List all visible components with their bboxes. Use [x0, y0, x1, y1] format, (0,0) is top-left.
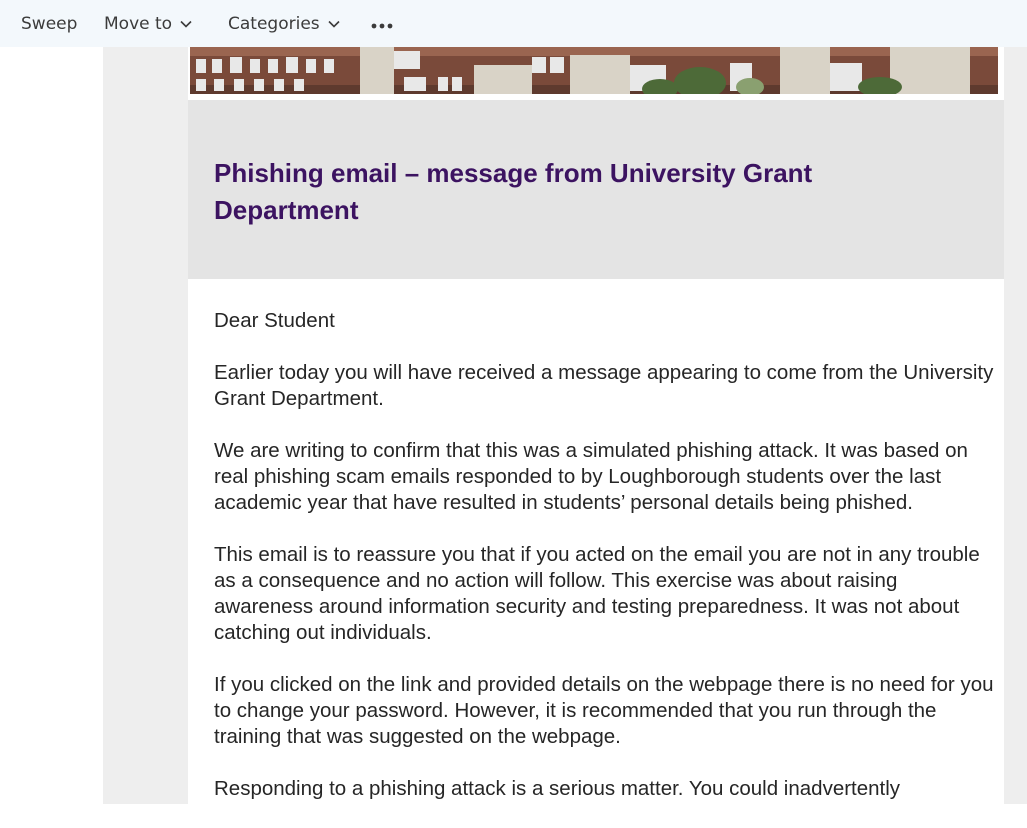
email-paragraph: Responding to a phishing attack is a ser… [214, 777, 901, 800]
command-toolbar: Sweep Move to Categories [0, 0, 1027, 47]
email-paragraph: This email is to reassure you that if yo… [214, 543, 980, 644]
email-paragraph: If you clicked on the link and provided … [214, 673, 994, 748]
email-paragraph: We are writing to confirm that this was … [214, 439, 968, 514]
email-body: Dear Student Earlier today you will have… [214, 308, 1000, 828]
more-options-icon [371, 14, 393, 34]
email-paragraph: Earlier today you will have received a m… [214, 361, 994, 410]
email-message: Phishing email – message from University… [188, 47, 1004, 804]
sweep-button[interactable]: Sweep [21, 0, 77, 47]
email-title: Phishing email – message from University… [214, 158, 813, 225]
move-to-label: Move to [104, 13, 173, 34]
more-options-button[interactable] [371, 0, 393, 47]
folder-pane [0, 47, 103, 804]
sweep-label: Sweep [21, 13, 78, 34]
email-greeting: Dear Student [214, 309, 335, 332]
chevron-down-icon [180, 20, 192, 28]
scrollbar-track[interactable] [1004, 47, 1027, 804]
chevron-down-icon [328, 20, 340, 28]
move-to-button[interactable]: Move to [104, 0, 192, 47]
categories-button[interactable]: Categories [228, 0, 340, 47]
email-title-box: Phishing email – message from University… [188, 100, 1004, 279]
building-banner-image [190, 47, 998, 94]
categories-label: Categories [228, 13, 320, 34]
